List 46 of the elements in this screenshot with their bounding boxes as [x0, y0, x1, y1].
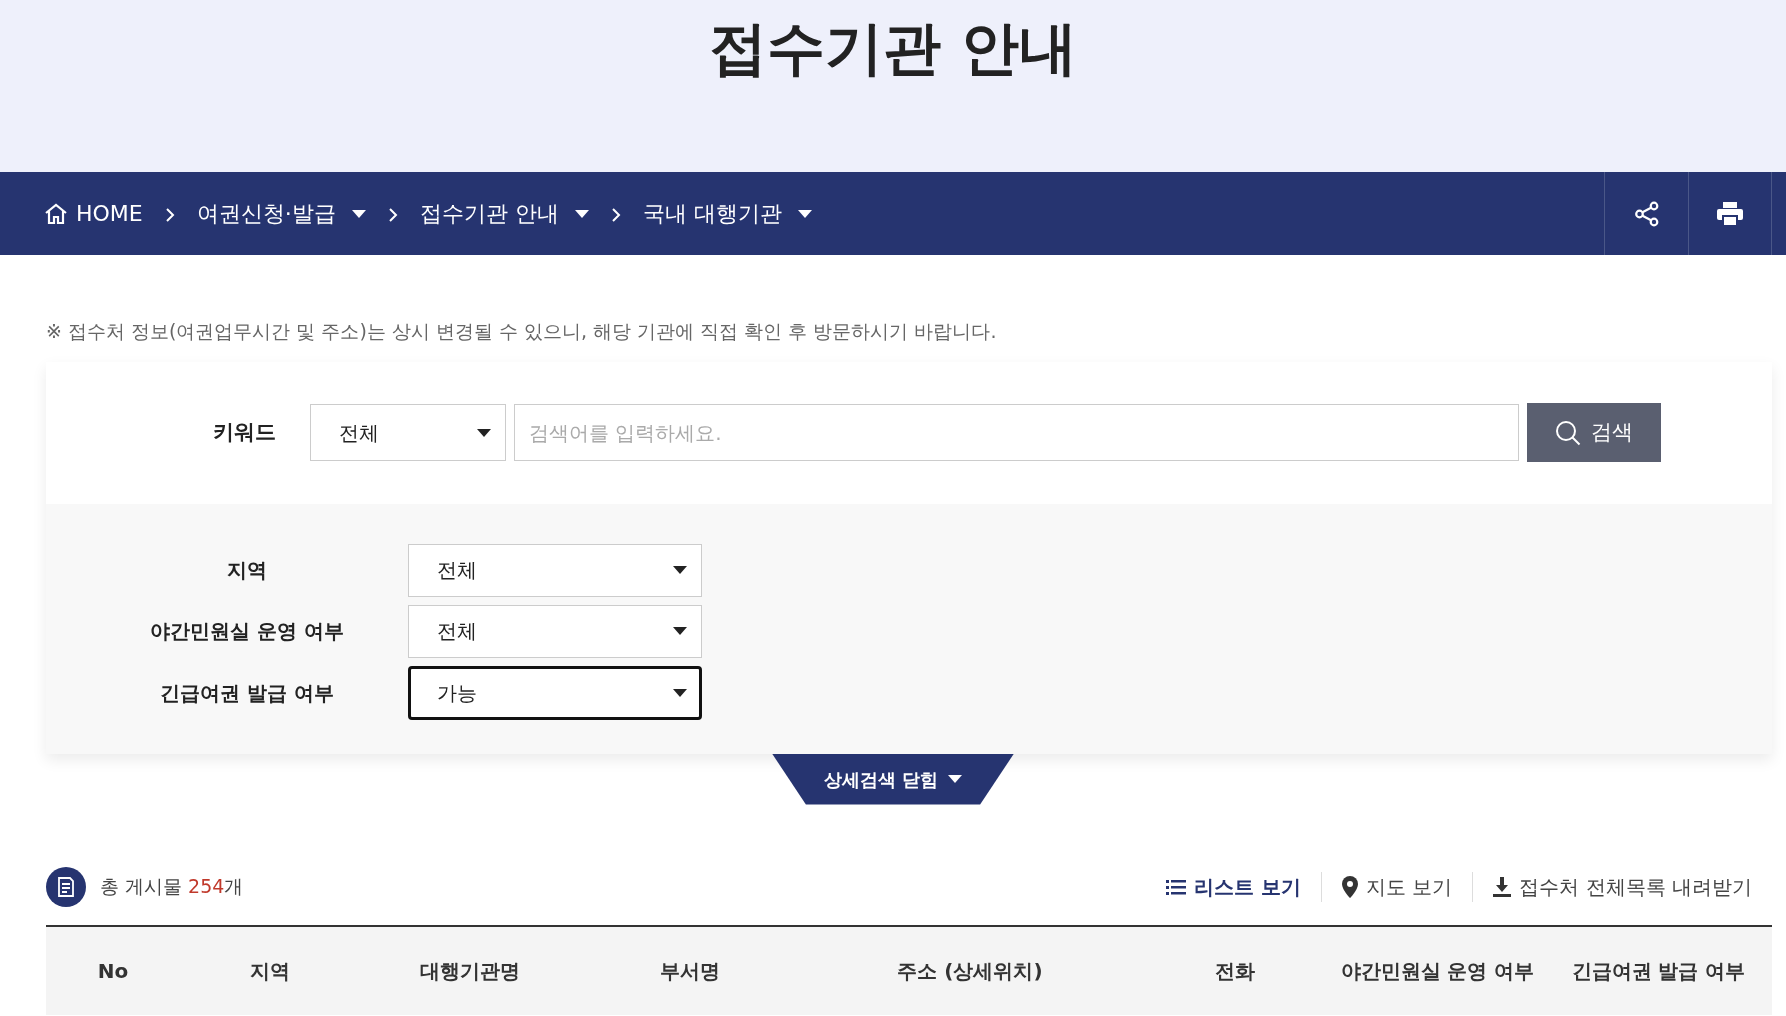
keyword-label: 키워드 — [212, 418, 277, 446]
map-view-link[interactable]: 지도 보기 — [1320, 871, 1473, 902]
caret-icon — [948, 775, 963, 783]
map-pin-icon — [1341, 875, 1358, 898]
page-title: 접수기관 안내 — [708, 14, 1078, 84]
filter-label: 긴급여권 발급 여부 — [159, 679, 335, 707]
detail-search-toggle[interactable]: 상세검색 닫힘 — [772, 753, 1014, 805]
column-header: 지역 — [249, 957, 291, 985]
home-link[interactable]: HOME — [44, 197, 143, 230]
search-icon — [1555, 419, 1581, 446]
caret-icon — [797, 209, 812, 218]
filter-select[interactable]: 전체 — [408, 543, 702, 597]
breadcrumb-dropdown[interactable]: 접수기관 안내 — [419, 197, 589, 230]
filter-select[interactable]: 가능 — [408, 665, 702, 720]
share-icon — [1633, 200, 1660, 227]
total-count: 총 게시물 254개 — [100, 874, 244, 900]
filter-label: 지역 — [226, 557, 268, 584]
document-icon — [46, 866, 86, 907]
caret-icon — [351, 209, 366, 218]
breadcrumb-dropdown[interactable]: 여권신청·발급 — [196, 197, 366, 230]
scope-select[interactable]: 전체 — [310, 404, 506, 461]
filter-label: 야간민원실 운영 여부 — [149, 618, 345, 645]
caret-icon — [673, 688, 687, 697]
list-icon — [1165, 878, 1186, 895]
caret-icon — [673, 627, 687, 635]
caret-icon — [477, 428, 491, 437]
notice-text: ※ 접수처 정보(여권업무시간 및 주소)는 상시 변경될 수 있으니, 해당 기관에 직접 확인 후 방문하시기 바랍니다. — [46, 319, 998, 344]
column-header: No — [96, 957, 130, 985]
download-view-link[interactable]: 접수처 전체목록 내려받기 — [1472, 871, 1772, 902]
download-icon — [1493, 876, 1512, 897]
column-header: 주소 (상세위치) — [896, 957, 1044, 985]
search-button[interactable]: 검색 — [1527, 403, 1661, 462]
caret-icon — [673, 566, 687, 574]
print-button[interactable] — [1688, 172, 1772, 255]
search-field[interactable]: 검색어를 입력하세요. — [514, 404, 1519, 461]
column-header: 대행기관명 — [419, 957, 521, 985]
column-header: 부서명 — [659, 957, 721, 985]
column-header: 전화 — [1214, 957, 1256, 985]
home-icon — [44, 202, 68, 225]
column-header: 긴급여권 발급 여부 — [1570, 957, 1747, 985]
column-header: 야간민원실 운영 여부 — [1339, 957, 1536, 985]
breadcrumb-dropdown[interactable]: 국내 대행기관 — [642, 197, 812, 230]
caret-icon — [574, 209, 589, 218]
printer-icon — [1716, 200, 1744, 227]
list-view-link[interactable]: 리스트 보기 — [1145, 871, 1321, 902]
filter-select[interactable]: 전체 — [408, 604, 702, 658]
